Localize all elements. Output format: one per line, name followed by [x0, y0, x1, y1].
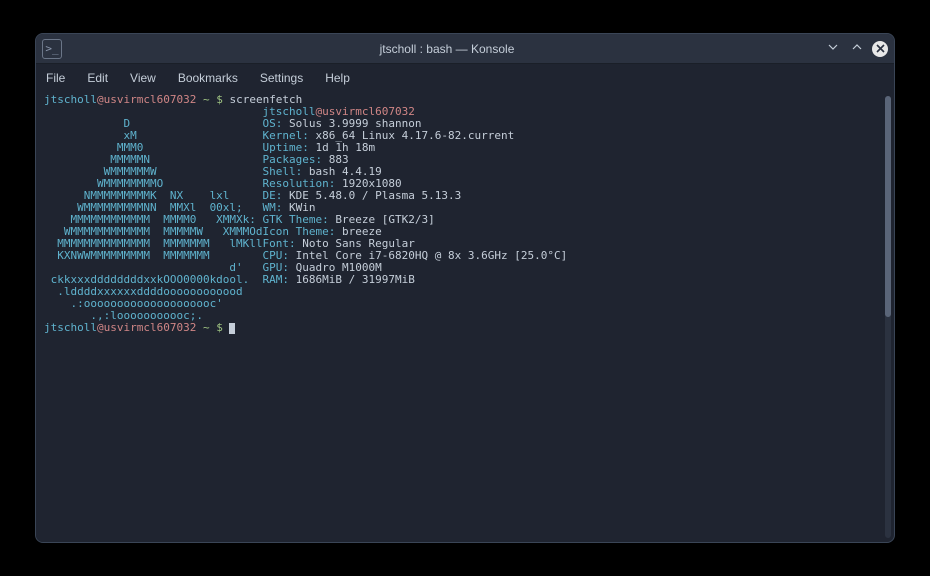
terminal-area: jtscholl@usvirmcl607032 ~ $ screenfetch … — [36, 92, 894, 542]
cursor-icon — [229, 323, 235, 334]
menu-view[interactable]: View — [130, 71, 156, 85]
scrollbar[interactable] — [885, 96, 891, 538]
window-title: jtscholl : bash — Konsole — [70, 42, 824, 56]
minimize-button[interactable] — [824, 41, 842, 57]
menu-settings[interactable]: Settings — [260, 71, 303, 85]
terminal[interactable]: jtscholl@usvirmcl607032 ~ $ screenfetch … — [36, 92, 882, 542]
window-controls — [824, 41, 888, 57]
terminal-icon: >_ — [42, 39, 62, 59]
prompt-line-2: jtscholl@usvirmcl607032 ~ $ — [44, 322, 874, 334]
prompt2-user: jtscholl — [44, 321, 97, 334]
menubar: File Edit View Bookmarks Settings Help — [36, 64, 894, 92]
val-ram: 1686MiB / 31997MiB — [289, 273, 415, 286]
scroll-thumb[interactable] — [885, 96, 891, 317]
prompt2-host: usvirmcl607032 — [104, 321, 197, 334]
menu-bookmarks[interactable]: Bookmarks — [178, 71, 238, 85]
menu-help[interactable]: Help — [325, 71, 350, 85]
konsole-window: >_ jtscholl : bash — Konsole File Edit V… — [35, 33, 895, 543]
prompt2-at: @ — [97, 321, 104, 334]
key-ram: RAM: — [263, 273, 290, 286]
maximize-button[interactable] — [848, 41, 866, 57]
close-button[interactable] — [872, 41, 888, 57]
menu-edit[interactable]: Edit — [87, 71, 108, 85]
prompt2-path: ~ $ — [196, 321, 229, 334]
titlebar[interactable]: >_ jtscholl : bash — Konsole — [36, 34, 894, 64]
menu-file[interactable]: File — [46, 71, 65, 85]
